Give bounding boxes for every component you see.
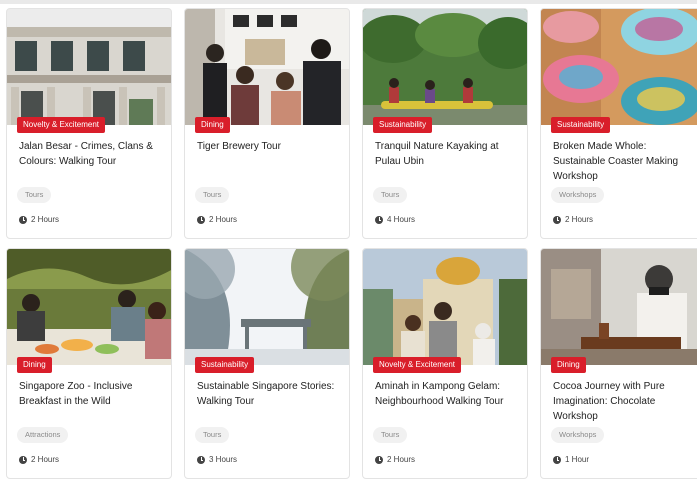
experience-card[interactable]: Dining Tiger Brewery Tour Tours 2 Hours	[184, 8, 350, 239]
zoo-breakfast-photo	[7, 249, 171, 365]
duration-text: 3 Hours	[209, 455, 238, 464]
card-title[interactable]: Aminah in Kampong Gelam: Neighbourhood W…	[375, 379, 521, 409]
kayaking-mangrove-photo	[363, 9, 527, 125]
type-tag: Attractions	[17, 427, 69, 443]
clock-icon	[375, 455, 383, 464]
experience-card[interactable]: Sustainability Broken Made Whole: Sustai…	[540, 8, 697, 239]
card-title[interactable]: Sustainable Singapore Stories: Walking T…	[197, 379, 343, 409]
clock-icon	[197, 215, 205, 224]
category-badge: Dining	[551, 357, 586, 373]
experience-card[interactable]: Sustainability Tranquil Nature Kayaking …	[362, 8, 528, 239]
card-title[interactable]: Jalan Besar - Crimes, Clans & Colours: W…	[19, 139, 165, 169]
shophouse-facade-photo	[7, 9, 171, 125]
experience-card[interactable]: Dining Singapore Zoo - Inclusive Breakfa…	[6, 248, 172, 479]
chocolate-workshop-photo	[541, 249, 697, 365]
clock-icon	[19, 215, 27, 224]
duration-text: 2 Hours	[31, 455, 60, 464]
category-badge: Dining	[17, 357, 52, 373]
card-title[interactable]: Cocoa Journey with Pure Imagination: Cho…	[553, 379, 697, 424]
type-tag: Tours	[373, 427, 408, 443]
coaster-workshop-photo	[541, 9, 697, 125]
category-badge: Sustainability	[551, 117, 611, 133]
experience-grid: Novelty & Excitement Jalan Besar - Crime…	[6, 8, 697, 479]
clock-icon	[197, 455, 205, 464]
duration: 1 Hour	[553, 455, 589, 464]
clock-icon	[19, 455, 27, 464]
type-tag: Tours	[17, 187, 52, 203]
category-badge: Novelty & Excitement	[17, 117, 106, 133]
duration-text: 2 Hours	[565, 215, 594, 224]
card-title[interactable]: Broken Made Whole: Sustainable Coaster M…	[553, 139, 697, 184]
experience-card[interactable]: Dining Cocoa Journey with Pure Imaginati…	[540, 248, 697, 479]
experience-card[interactable]: Novelty & Excitement Aminah in Kampong G…	[362, 248, 528, 479]
brewery-tour-group-photo	[185, 9, 349, 125]
type-tag: Tours	[373, 187, 408, 203]
category-badge: Sustainability	[373, 117, 433, 133]
duration-text: 2 Hours	[31, 215, 60, 224]
type-tag: Workshops	[551, 427, 605, 443]
category-badge: Dining	[195, 117, 230, 133]
duration: 4 Hours	[375, 215, 415, 224]
card-title[interactable]: Singapore Zoo - Inclusive Breakfast in t…	[19, 379, 165, 409]
category-badge: Sustainability	[195, 357, 255, 373]
experience-card[interactable]: Sustainability Sustainable Singapore Sto…	[184, 248, 350, 479]
type-tag: Tours	[195, 427, 230, 443]
duration: 2 Hours	[553, 215, 593, 224]
clock-icon	[553, 455, 561, 464]
experience-card[interactable]: Novelty & Excitement Jalan Besar - Crime…	[6, 8, 172, 239]
clock-icon	[553, 215, 561, 224]
duration-text: 2 Hours	[387, 455, 416, 464]
duration: 2 Hours	[197, 215, 237, 224]
category-badge: Novelty & Excitement	[373, 357, 462, 373]
card-title[interactable]: Tranquil Nature Kayaking at Pulau Ubin	[375, 139, 521, 169]
kampong-gelam-mosque-photo	[363, 249, 527, 365]
supertrees-photo	[185, 249, 349, 365]
duration-text: 2 Hours	[209, 215, 238, 224]
type-tag: Tours	[195, 187, 230, 203]
duration-text: 1 Hour	[565, 455, 590, 464]
duration-text: 4 Hours	[387, 215, 416, 224]
top-divider	[0, 0, 697, 4]
duration: 2 Hours	[375, 455, 415, 464]
duration: 2 Hours	[19, 215, 59, 224]
duration: 2 Hours	[19, 455, 59, 464]
type-tag: Workshops	[551, 187, 605, 203]
card-title[interactable]: Tiger Brewery Tour	[197, 139, 343, 154]
clock-icon	[375, 215, 383, 224]
duration: 3 Hours	[197, 455, 237, 464]
